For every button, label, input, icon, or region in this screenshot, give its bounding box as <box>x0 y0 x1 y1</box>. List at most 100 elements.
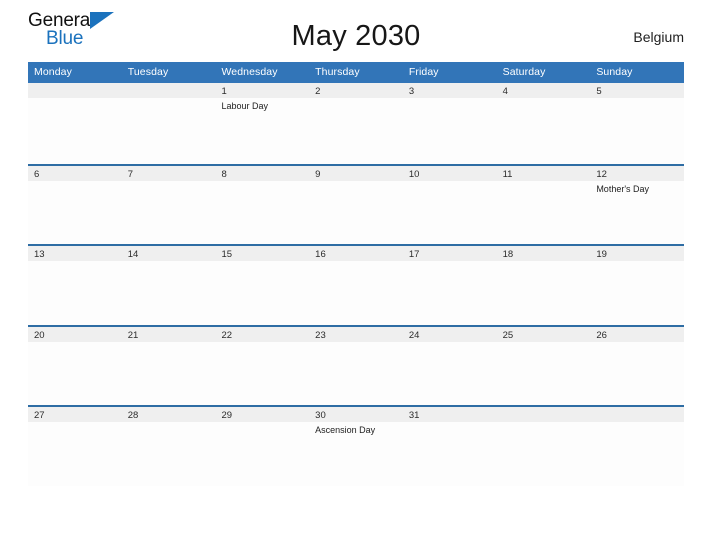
weekday-header-tuesday: Tuesday <box>127 66 169 78</box>
weekday-header-thursday: Thursday <box>315 66 360 78</box>
day-number: 20 <box>34 329 45 341</box>
calendar-empty-cell <box>121 83 216 164</box>
calendar-day-cell[interactable]: 19 <box>590 246 685 325</box>
calendar-day-cell[interactable]: 2 <box>309 83 403 164</box>
calendar-week-row: 13 14 15 16 17 18 19 <box>28 244 685 325</box>
calendar-day-cell[interactable]: 21 <box>121 326 216 405</box>
calendar-day-cell[interactable]: 13 <box>28 246 122 325</box>
calendar-day-cell[interactable]: 14 <box>121 246 216 325</box>
day-number: 18 <box>502 249 514 260</box>
weekday-header-sunday: Sunday <box>596 66 633 78</box>
weekday-header-monday: Monday <box>34 66 72 78</box>
calendar-day-cell[interactable]: 28 <box>121 407 216 486</box>
day-number: 1 <box>221 86 227 97</box>
day-events <box>403 98 497 100</box>
day-events: Mother's Day <box>590 181 684 195</box>
day-events <box>215 342 309 344</box>
day-number <box>497 407 591 422</box>
weekday-header-row: Monday Tuesday Wednesday Thursday Friday Satu… <box>28 62 684 83</box>
day-events <box>309 98 403 100</box>
weekday-header-saturday: Saturday <box>502 66 546 78</box>
calendar-day-cell[interactable]: 24 <box>402 326 497 405</box>
day-number: 6 <box>34 168 40 180</box>
calendar-week-row: 1 Labour Day 2 3 4 5 <box>28 83 685 164</box>
day-number: 31 <box>408 410 420 421</box>
calendar-empty-cell <box>28 83 122 164</box>
day-number: 26 <box>596 329 607 341</box>
day-number: 24 <box>408 329 420 341</box>
day-events: Ascension Day <box>309 422 403 436</box>
day-number <box>28 83 122 98</box>
day-number: 7 <box>127 168 134 180</box>
holiday-event: Mother's Day <box>596 183 650 194</box>
day-events <box>215 261 309 263</box>
calendar-day-cell[interactable]: 12 Mother's Day <box>590 165 685 244</box>
calendar-day-cell[interactable]: 18 <box>496 246 591 325</box>
calendar-empty-cell <box>496 407 591 486</box>
calendar-day-cell[interactable]: 29 <box>215 407 310 486</box>
page-header: General Blue May 2030 Belgium <box>28 0 684 62</box>
calendar-day-cell[interactable]: 27 <box>28 407 122 486</box>
calendar-day-cell[interactable]: 1 Labour Day <box>215 83 310 164</box>
calendar-day-cell[interactable]: 25 <box>496 326 591 405</box>
page-title: May 2030 <box>291 20 421 52</box>
day-number: 25 <box>502 329 514 341</box>
day-events <box>28 422 122 424</box>
day-events: Labour Day <box>215 98 309 112</box>
calendar-day-cell[interactable]: 20 <box>28 326 122 405</box>
calendar-day-cell[interactable]: 7 <box>121 165 216 244</box>
day-events <box>497 261 591 263</box>
calendar-day-cell[interactable]: 8 <box>215 165 310 244</box>
day-events <box>590 98 684 100</box>
holiday-event: Labour Day <box>221 101 268 111</box>
day-events <box>122 261 216 263</box>
day-number: 8 <box>221 168 227 180</box>
day-events <box>28 181 122 183</box>
calendar-day-cell[interactable]: 22 <box>215 326 310 405</box>
day-events <box>590 342 684 344</box>
calendar-day-cell[interactable]: 4 <box>496 83 591 164</box>
day-number: 21 <box>127 329 139 341</box>
holiday-event: Ascension Day <box>315 425 376 435</box>
calendar-day-cell[interactable]: 5 <box>590 83 685 164</box>
day-events <box>28 98 122 100</box>
calendar-week-row: 27 28 29 30 Ascension Day 31 <box>28 405 685 486</box>
calendar-day-cell[interactable]: 11 <box>496 165 591 244</box>
day-number: 29 <box>221 410 233 421</box>
calendar-day-cell[interactable]: 17 <box>402 246 497 325</box>
day-number: 11 <box>502 168 513 180</box>
day-number <box>122 83 216 98</box>
day-events <box>497 422 591 424</box>
day-events <box>309 181 403 183</box>
day-events <box>590 422 684 424</box>
calendar-day-cell[interactable]: 6 <box>28 165 122 244</box>
day-events <box>403 261 497 263</box>
day-events <box>28 342 122 344</box>
day-number: 30 <box>315 410 326 421</box>
day-events <box>215 422 309 424</box>
day-events <box>28 261 122 263</box>
calendar-empty-cell <box>590 407 685 486</box>
day-number: 2 <box>315 86 321 97</box>
calendar-day-cell[interactable]: 30 Ascension Day <box>309 407 403 486</box>
calendar-day-cell[interactable]: 16 <box>309 246 403 325</box>
day-number: 17 <box>408 249 420 260</box>
day-events <box>309 342 403 344</box>
calendar-day-cell[interactable]: 9 <box>309 165 403 244</box>
calendar-day-cell[interactable]: 23 <box>309 326 403 405</box>
calendar-page: General Blue May 2030 Belgium Monday Tues… <box>0 0 712 550</box>
calendar-day-cell[interactable]: 31 <box>402 407 497 486</box>
day-number: 19 <box>596 249 607 260</box>
day-events <box>403 181 497 183</box>
calendar-day-cell[interactable]: 10 <box>402 165 497 244</box>
calendar-day-cell[interactable]: 26 <box>590 326 685 405</box>
day-number: 16 <box>315 249 326 260</box>
day-events <box>497 98 591 100</box>
calendar-day-cell[interactable]: 3 <box>402 83 497 164</box>
day-number: 27 <box>34 410 45 421</box>
day-events <box>590 261 684 263</box>
calendar-day-cell[interactable]: 15 <box>215 246 310 325</box>
calendar-week-row: 6 7 8 9 10 11 12 Mother's Day <box>28 163 685 244</box>
day-number: 14 <box>127 249 139 260</box>
day-number: 13 <box>34 249 45 260</box>
